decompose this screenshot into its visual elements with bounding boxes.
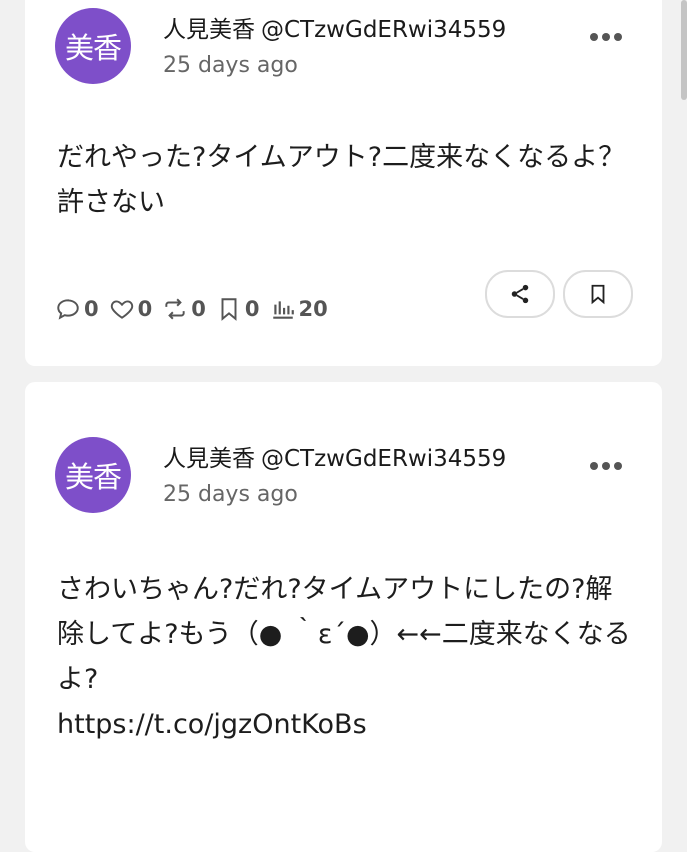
repost-stat[interactable]: 0 bbox=[162, 296, 206, 322]
post-card: 美香 人見美香 @CTzwGdERwi34559 25 days ago だれやっ… bbox=[25, 0, 662, 366]
views-stat[interactable]: 20 bbox=[270, 296, 328, 322]
post-timestamp: 25 days ago bbox=[163, 53, 298, 78]
like-count: 0 bbox=[137, 297, 153, 321]
user-handle[interactable]: @CTzwGdERwi34559 bbox=[261, 17, 506, 43]
post-text: だれやった?タイムアウト?二度来なくなるよ？許さない bbox=[57, 142, 626, 218]
display-name[interactable]: 人見美香 bbox=[163, 17, 255, 43]
avatar[interactable]: 美香 bbox=[55, 437, 131, 513]
post-author[interactable]: 人見美香 @CTzwGdERwi34559 bbox=[163, 10, 506, 44]
share-icon bbox=[511, 284, 529, 304]
more-dots-icon[interactable] bbox=[590, 30, 622, 44]
avatar[interactable]: 美香 bbox=[55, 8, 131, 84]
heart-icon bbox=[110, 300, 133, 319]
post-timestamp: 25 days ago bbox=[163, 482, 298, 507]
repost-icon bbox=[165, 298, 185, 320]
bookmark-icon bbox=[591, 284, 605, 305]
post-stats: 0 0 0 0 20 bbox=[55, 296, 328, 322]
post-author[interactable]: 人見美香 @CTzwGdERwi34559 bbox=[163, 439, 506, 473]
bookmark-count: 0 bbox=[244, 297, 260, 321]
like-stat[interactable]: 0 bbox=[109, 296, 153, 322]
display-name[interactable]: 人見美香 bbox=[163, 446, 255, 472]
post-text: さわいちゃん?だれ?タイムアウトにしたの?解除してよ?もう（● ｀ε´●）←←二… bbox=[57, 574, 631, 740]
views-chart-icon bbox=[272, 301, 294, 319]
post-card: 美香 人見美香 @CTzwGdERwi34559 25 days ago さわいち… bbox=[25, 382, 662, 852]
user-handle[interactable]: @CTzwGdERwi34559 bbox=[261, 446, 506, 472]
repost-count: 0 bbox=[191, 297, 206, 321]
bookmark-stat[interactable]: 0 bbox=[216, 296, 260, 322]
reply-stat[interactable]: 0 bbox=[55, 296, 99, 322]
reply-count: 0 bbox=[84, 297, 99, 321]
bookmark-icon bbox=[221, 298, 237, 321]
bookmark-button[interactable] bbox=[563, 270, 633, 318]
more-dots-icon[interactable] bbox=[590, 459, 622, 473]
share-button[interactable] bbox=[485, 270, 555, 318]
views-count: 20 bbox=[298, 297, 328, 321]
comment-icon bbox=[57, 299, 79, 320]
scrollbar[interactable] bbox=[681, 0, 687, 100]
